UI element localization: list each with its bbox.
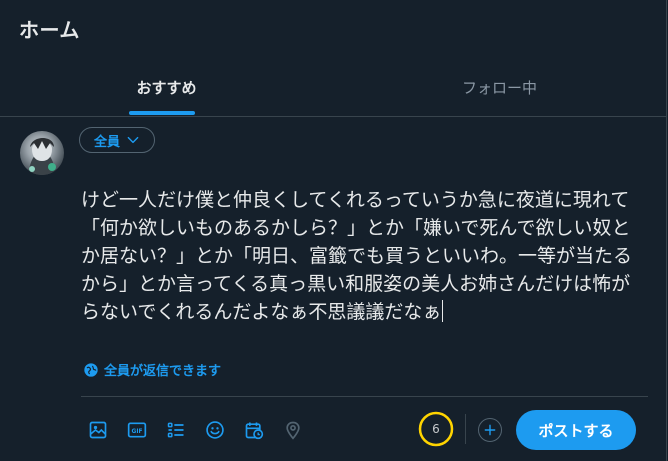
- composer-divider: [81, 396, 648, 397]
- location-button[interactable]: [273, 417, 312, 443]
- gif-icon: GIF: [127, 422, 146, 438]
- plus-icon: [484, 424, 496, 436]
- post-button[interactable]: ポストする: [516, 410, 636, 450]
- schedule-button[interactable]: [234, 417, 273, 443]
- chevron-down-icon: [127, 136, 139, 144]
- composer-toolbar: GIF: [78, 417, 312, 443]
- avatar-image: [28, 138, 56, 175]
- active-tab-indicator: [129, 111, 195, 115]
- character-counter: 6: [418, 411, 454, 447]
- toolbar-separator: [465, 414, 466, 444]
- avatar[interactable]: [20, 131, 64, 175]
- media-button[interactable]: [78, 417, 117, 443]
- counter-value: 6: [432, 422, 440, 436]
- app-frame: ホーム おすすめ フォロー中 全員 けど一人だけ僕と仲良くしてくれるっていうか急…: [0, 0, 667, 461]
- audience-selector-button[interactable]: 全員: [79, 127, 156, 153]
- poll-button[interactable]: [156, 417, 195, 443]
- poll-icon: [167, 422, 183, 438]
- tab-recommended[interactable]: おすすめ: [0, 62, 333, 116]
- text-caret: [442, 300, 444, 322]
- emoji-icon: [205, 421, 224, 439]
- page-title: ホーム: [19, 18, 80, 42]
- emoji-button[interactable]: [195, 417, 234, 443]
- tab-following[interactable]: フォロー中: [333, 62, 666, 116]
- location-icon: [285, 421, 300, 440]
- svg-text:GIF: GIF: [131, 429, 142, 435]
- compose-textarea[interactable]: けど一人だけ僕と仲良くしてくれるっていうか急に夜道に現れて「何か欲しいものあるか…: [81, 186, 641, 326]
- reply-setting-button[interactable]: 全員が返信できます: [83, 360, 221, 379]
- schedule-icon: [245, 422, 263, 440]
- globe-icon: [84, 362, 98, 377]
- tab-following-label: フォロー中: [461, 79, 537, 97]
- post-button-label: ポストする: [538, 421, 614, 440]
- gif-button[interactable]: GIF: [117, 417, 156, 443]
- compose-text-content: けど一人だけ僕と仲良くしてくれるっていうか急に夜道に現れて「何か欲しいものあるか…: [81, 189, 633, 323]
- timeline-tabs: おすすめ フォロー中: [0, 62, 666, 117]
- image-icon: [89, 421, 106, 439]
- header: ホーム: [0, 0, 666, 52]
- add-post-button[interactable]: [478, 418, 502, 442]
- reply-setting-label: 全員が返信できます: [104, 364, 222, 379]
- audience-label: 全員: [94, 134, 121, 150]
